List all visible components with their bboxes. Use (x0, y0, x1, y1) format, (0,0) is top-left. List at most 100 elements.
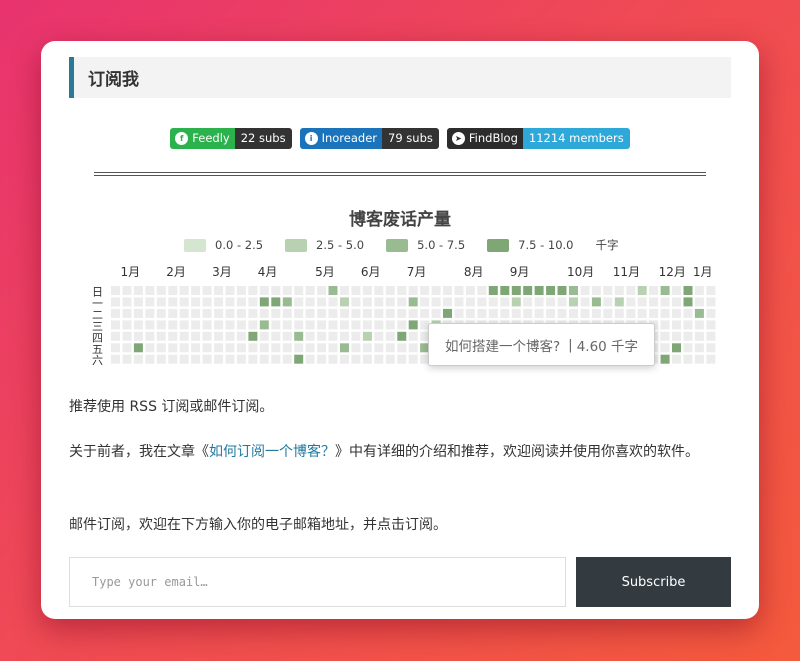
heatmap-cell[interactable] (523, 308, 533, 318)
heatmap-cell[interactable] (443, 297, 452, 307)
heatmap-cell[interactable] (443, 308, 452, 318)
heatmap-cell[interactable] (133, 286, 143, 295)
heatmap-cell[interactable] (408, 297, 418, 307)
heatmap-cell[interactable] (340, 354, 349, 364)
heatmap-cell[interactable] (465, 286, 475, 295)
heatmap-cell[interactable] (259, 343, 269, 353)
heatmap-cell[interactable] (179, 297, 189, 307)
heatmap-cell[interactable] (111, 331, 120, 341)
heatmap-cell[interactable] (557, 297, 567, 307)
heatmap-cell[interactable] (145, 320, 155, 330)
heatmap-cell[interactable] (328, 343, 338, 353)
heatmap-cell[interactable] (305, 286, 315, 295)
heatmap-cell[interactable] (340, 320, 349, 330)
heatmap-cell[interactable] (385, 331, 395, 341)
heatmap-cell[interactable] (374, 343, 384, 353)
heatmap-cell[interactable] (305, 308, 315, 318)
heatmap-cell[interactable] (660, 297, 670, 307)
heatmap-cell[interactable] (374, 308, 384, 318)
heatmap-cell[interactable] (374, 331, 384, 341)
heatmap-cell[interactable] (282, 286, 292, 295)
heatmap-cell[interactable] (397, 308, 407, 318)
heatmap-cell[interactable] (168, 286, 178, 295)
heatmap-cell[interactable] (626, 308, 636, 318)
heatmap-cell[interactable] (683, 308, 693, 318)
heatmap-cell[interactable] (271, 297, 281, 307)
heatmap-cell[interactable] (408, 343, 418, 353)
heatmap-cell[interactable] (236, 320, 246, 330)
heatmap-cell[interactable] (603, 297, 613, 307)
heatmap-cell[interactable] (511, 297, 521, 307)
heatmap-cell[interactable] (465, 297, 475, 307)
heatmap-cell[interactable] (511, 286, 521, 295)
heatmap-cell[interactable] (248, 343, 258, 353)
heatmap-cell[interactable] (569, 297, 578, 307)
heatmap-cell[interactable] (328, 354, 338, 364)
heatmap-cell[interactable] (454, 308, 464, 318)
heatmap-cell[interactable] (706, 331, 716, 341)
heatmap-cell[interactable] (477, 297, 487, 307)
heatmap-cell[interactable] (168, 297, 178, 307)
heatmap-cell[interactable] (694, 331, 704, 341)
heatmap-cell[interactable] (294, 286, 304, 295)
heatmap-cell[interactable] (603, 308, 613, 318)
heatmap-cell[interactable] (340, 331, 349, 341)
heatmap-cell[interactable] (351, 308, 361, 318)
heatmap-cell[interactable] (557, 286, 567, 295)
heatmap-cell[interactable] (122, 343, 132, 353)
heatmap-cell[interactable] (122, 320, 132, 330)
heatmap-cell[interactable] (305, 343, 315, 353)
heatmap-cell[interactable] (694, 308, 704, 318)
heatmap-cell[interactable] (122, 286, 132, 295)
heatmap-cell[interactable] (156, 297, 166, 307)
heatmap-cell[interactable] (156, 320, 166, 330)
heatmap-cell[interactable] (454, 297, 464, 307)
heatmap-cell[interactable] (477, 308, 487, 318)
heatmap-cell[interactable] (683, 320, 693, 330)
heatmap-cell[interactable] (408, 308, 418, 318)
heatmap-cell[interactable] (191, 320, 201, 330)
heatmap-cell[interactable] (225, 354, 235, 364)
heatmap-cell[interactable] (225, 331, 235, 341)
heatmap-cell[interactable] (202, 286, 212, 295)
heatmap-cell[interactable] (133, 331, 143, 341)
heatmap-cell[interactable] (225, 308, 235, 318)
heatmap-cell[interactable] (271, 354, 281, 364)
heatmap-cell[interactable] (534, 297, 544, 307)
heatmap-cell[interactable] (259, 354, 269, 364)
heatmap-cell[interactable] (111, 343, 120, 353)
heatmap-cell[interactable] (694, 354, 704, 364)
heatmap-cell[interactable] (488, 297, 498, 307)
heatmap-cell[interactable] (202, 354, 212, 364)
heatmap-cell[interactable] (431, 308, 441, 318)
heatmap-cell[interactable] (408, 354, 418, 364)
heatmap-cell[interactable] (534, 308, 544, 318)
heatmap-cell[interactable] (397, 331, 407, 341)
heatmap-cell[interactable] (236, 331, 246, 341)
heatmap-cell[interactable] (351, 286, 361, 295)
heatmap-cell[interactable] (614, 308, 624, 318)
heatmap-cell[interactable] (248, 308, 258, 318)
heatmap-cell[interactable] (202, 331, 212, 341)
heatmap-cell[interactable] (271, 308, 281, 318)
heatmap-cell[interactable] (168, 354, 178, 364)
heatmap-cell[interactable] (111, 297, 120, 307)
heatmap-cell[interactable] (179, 354, 189, 364)
heatmap-cell[interactable] (236, 343, 246, 353)
heatmap-cell[interactable] (317, 343, 327, 353)
heatmap-cell[interactable] (156, 343, 166, 353)
heatmap-cell[interactable] (546, 297, 556, 307)
heatmap-cell[interactable] (168, 331, 178, 341)
heatmap-cell[interactable] (362, 308, 372, 318)
heatmap-cell[interactable] (202, 320, 212, 330)
heatmap-cell[interactable] (282, 331, 292, 341)
heatmap-cell[interactable] (626, 297, 636, 307)
heatmap-cell[interactable] (236, 308, 246, 318)
heatmap-cell[interactable] (397, 354, 407, 364)
heatmap-cell[interactable] (328, 308, 338, 318)
heatmap-cell[interactable] (111, 308, 120, 318)
heatmap-cell[interactable] (248, 286, 258, 295)
heatmap-cell[interactable] (122, 331, 132, 341)
heatmap-cell[interactable] (179, 286, 189, 295)
heatmap-cell[interactable] (202, 297, 212, 307)
